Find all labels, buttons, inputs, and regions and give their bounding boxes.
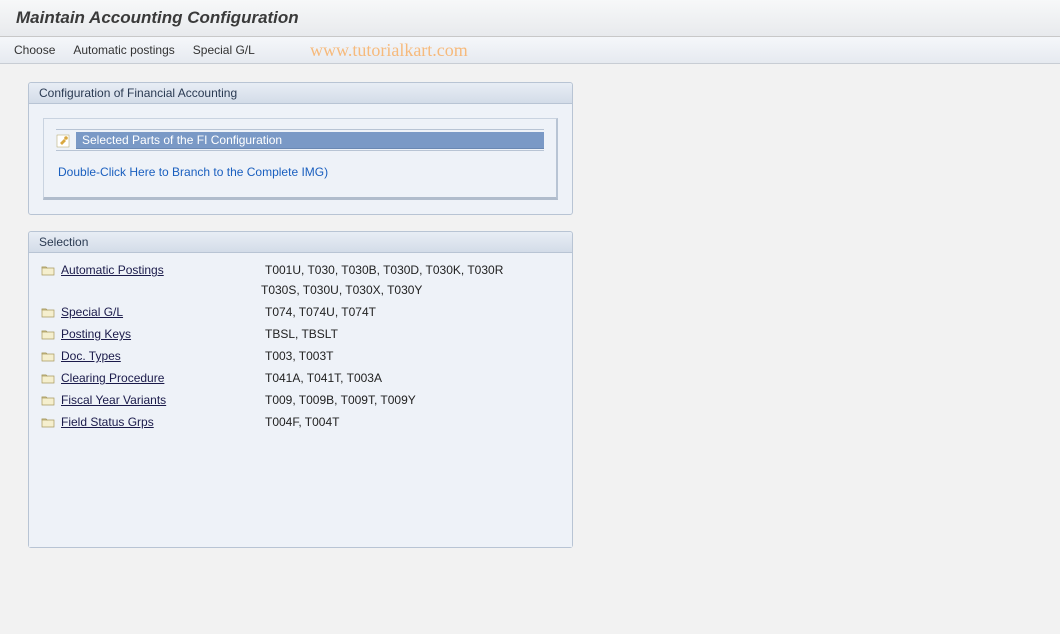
automatic-postings-button[interactable]: Automatic postings (73, 43, 174, 57)
toolbar: Choose Automatic postings Special G/L ww… (0, 37, 1060, 64)
selected-parts-header: Selected Parts of the FI Configuration (76, 132, 544, 149)
folder-icon (41, 328, 55, 340)
sel-row-fiscal-year-variants: Fiscal Year Variants T009, T009B, T009T,… (41, 393, 560, 407)
sel-row-field-status-grps: Field Status Grps T004F, T004T (41, 415, 560, 429)
sel-tables: T003, T003T (265, 349, 560, 363)
watermark-text: www.tutorialkart.com (310, 40, 468, 61)
sel-tables: T009, T009B, T009T, T009Y (265, 393, 560, 407)
selection-body: Automatic Postings T001U, T030, T030B, T… (29, 253, 572, 547)
branch-img-link[interactable]: Double-Click Here to Branch to the Compl… (56, 165, 328, 179)
sel-link-field-status-grps[interactable]: Field Status Grps (61, 415, 261, 429)
sel-link-fiscal-year-variants[interactable]: Fiscal Year Variants (61, 393, 261, 407)
sel-row-automatic-postings: Automatic Postings T001U, T030, T030B, T… (41, 263, 560, 277)
config-groupbox: Configuration of Financial Accounting Se… (28, 82, 573, 215)
sel-link-special-gl[interactable]: Special G/L (61, 305, 261, 319)
sel-tables-line2: T030S, T030U, T030X, T030Y (261, 283, 560, 297)
selection-groupbox-title: Selection (29, 232, 572, 253)
sel-row-doc-types: Doc. Types T003, T003T (41, 349, 560, 363)
sel-link-posting-keys[interactable]: Posting Keys (61, 327, 261, 341)
selected-parts-row: Selected Parts of the FI Configuration (56, 129, 544, 149)
selection-groupbox: Selection Automatic Postings T001U, T030… (28, 231, 573, 548)
sel-row-special-gl: Special G/L T074, T074U, T074T (41, 305, 560, 319)
folder-icon (41, 350, 55, 362)
sel-row-posting-keys: Posting Keys TBSL, TBSLT (41, 327, 560, 341)
config-groupbox-title: Configuration of Financial Accounting (29, 83, 572, 104)
sel-row-clearing-procedure: Clearing Procedure T041A, T041T, T003A (41, 371, 560, 385)
sel-link-clearing-procedure[interactable]: Clearing Procedure (61, 371, 261, 385)
sel-tables: T041A, T041T, T003A (265, 371, 560, 385)
folder-icon (41, 264, 55, 276)
special-gl-button[interactable]: Special G/L (193, 43, 255, 57)
content-area: Configuration of Financial Accounting Se… (0, 64, 1060, 582)
folder-icon (41, 306, 55, 318)
page-title: Maintain Accounting Configuration (16, 8, 1044, 28)
folder-icon (41, 372, 55, 384)
sel-link-automatic-postings[interactable]: Automatic Postings (61, 263, 261, 277)
choose-button[interactable]: Choose (14, 43, 55, 57)
sel-tables: T001U, T030, T030B, T030D, T030K, T030R (265, 263, 560, 277)
sel-tables: TBSL, TBSLT (265, 327, 560, 341)
folder-icon (41, 394, 55, 406)
sel-tables: T074, T074U, T074T (265, 305, 560, 319)
wrench-icon (56, 134, 70, 148)
sel-tables: T004F, T004T (265, 415, 560, 429)
config-inner-panel: Selected Parts of the FI Configuration D… (43, 118, 558, 200)
sel-link-doc-types[interactable]: Doc. Types (61, 349, 261, 363)
folder-icon (41, 416, 55, 428)
page-header: Maintain Accounting Configuration (0, 0, 1060, 37)
